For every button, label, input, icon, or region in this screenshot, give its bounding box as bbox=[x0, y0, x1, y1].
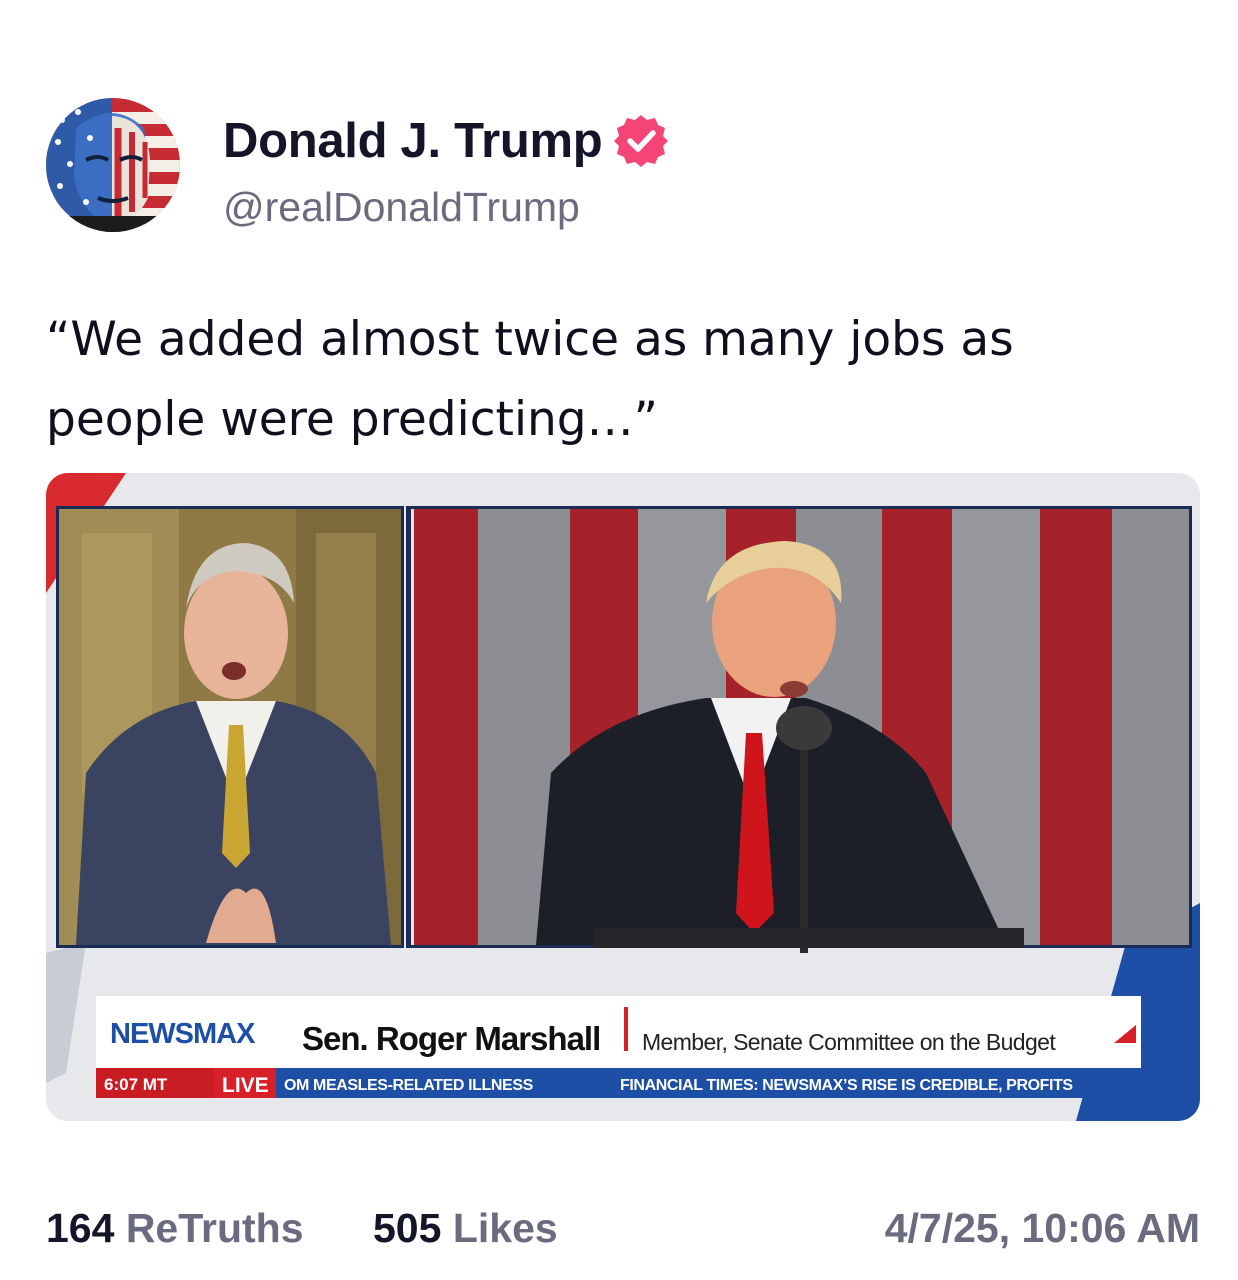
post-header: Donald J. Trump @realDonaldTrump bbox=[46, 98, 1196, 238]
broadcast-time: 6:07 MT bbox=[104, 1075, 168, 1094]
retruths-stat[interactable]: 164 ReTruths bbox=[46, 1205, 304, 1252]
video-frame: NEWSMAX Sen. Roger Marshall Member, Sena… bbox=[46, 473, 1200, 1121]
post-timestamp[interactable]: 4/7/25, 10:06 AM bbox=[885, 1205, 1200, 1252]
author-avatar[interactable] bbox=[46, 98, 180, 232]
guest-title: Member, Senate Committee on the Budget bbox=[642, 1029, 1056, 1055]
likes-label: Likes bbox=[452, 1205, 558, 1251]
guest-name: Sen. Roger Marshall bbox=[302, 1020, 600, 1057]
post-stats: 164 ReTruths 505 Likes 4/7/25, 10:06 AM bbox=[46, 1205, 1200, 1255]
post-text-line: “We added almost twice as many jobs as bbox=[46, 312, 1014, 367]
verified-badge-icon bbox=[612, 112, 670, 170]
author-name[interactable]: Donald J. Trump bbox=[223, 113, 603, 169]
post-text: “We added almost twice as many jobs as p… bbox=[46, 300, 1196, 460]
ticker-right: FINANCIAL TIMES: NEWSMAX’S RISE IS CREDI… bbox=[620, 1077, 1073, 1094]
author-name-row: Donald J. Trump bbox=[223, 112, 670, 170]
avatar-image bbox=[46, 98, 180, 232]
network-logo: NEWSMAX bbox=[110, 1018, 256, 1050]
retruths-label: ReTruths bbox=[125, 1205, 304, 1251]
likes-count: 505 bbox=[373, 1205, 442, 1251]
video-media[interactable]: NEWSMAX Sen. Roger Marshall Member, Sena… bbox=[46, 473, 1200, 1121]
ticker-left: OM MEASLES-RELATED ILLNESS bbox=[284, 1077, 534, 1094]
likes-stat[interactable]: 505 Likes bbox=[373, 1205, 558, 1252]
live-badge: LIVE bbox=[222, 1074, 269, 1097]
author-handle[interactable]: @realDonaldTrump bbox=[223, 184, 580, 231]
post-text-line: people were predicting…” bbox=[46, 392, 658, 447]
retruths-count: 164 bbox=[46, 1205, 115, 1251]
